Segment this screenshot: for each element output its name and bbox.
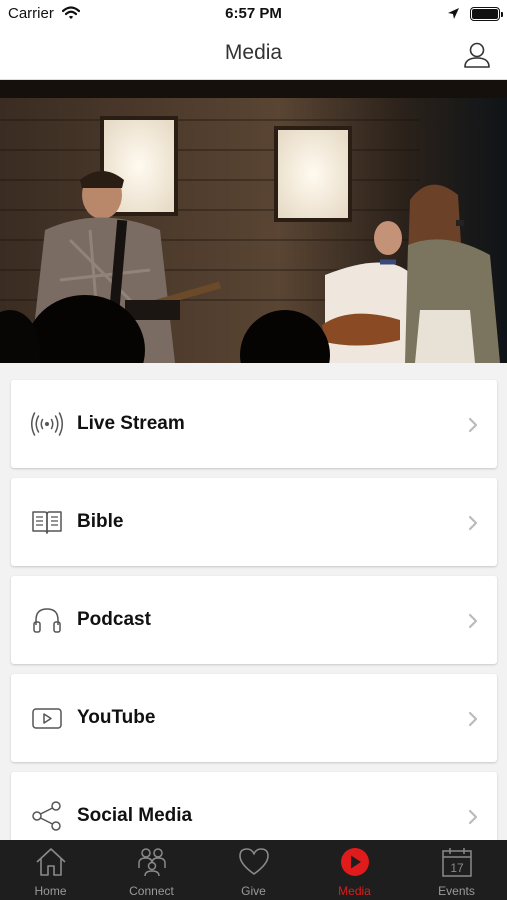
play-circle-icon xyxy=(341,848,369,876)
location-arrow-icon xyxy=(448,8,459,19)
calendar-icon: 17 xyxy=(442,848,472,877)
status-bar: Carrier 6:57 PM xyxy=(0,0,507,28)
heart-icon xyxy=(239,848,269,875)
tab-bar: Home Connect Give Media 17 Events xyxy=(0,840,507,900)
profile-icon[interactable] xyxy=(462,40,492,70)
tab-media[interactable]: Media xyxy=(304,840,405,900)
chevron-right-icon xyxy=(468,613,478,629)
tab-home-label: Home xyxy=(34,884,67,898)
social-media-label: Social Media xyxy=(77,805,193,826)
home-icon xyxy=(36,848,66,876)
hero-image xyxy=(0,80,507,363)
podcast-label: Podcast xyxy=(77,609,151,630)
tab-home[interactable]: Home xyxy=(0,840,101,900)
calendar-date: 17 xyxy=(450,861,464,875)
live-stream-item[interactable]: Live Stream xyxy=(11,380,497,468)
battery-icon xyxy=(470,7,503,21)
bible-label: Bible xyxy=(77,511,124,532)
broadcast-icon xyxy=(31,412,63,436)
chevron-right-icon xyxy=(468,711,478,727)
podcast-item[interactable]: Podcast xyxy=(11,576,497,664)
tab-events[interactable]: 17 Events xyxy=(406,840,507,900)
chevron-right-icon xyxy=(468,515,478,531)
live-stream-label: Live Stream xyxy=(77,413,185,434)
nav-bar: Media xyxy=(0,28,507,80)
tab-give[interactable]: Give xyxy=(203,840,304,900)
chevron-right-icon xyxy=(468,809,478,825)
people-icon xyxy=(138,848,166,877)
book-icon xyxy=(32,511,62,534)
tab-give-label: Give xyxy=(241,884,266,898)
tab-media-label: Media xyxy=(338,884,371,898)
page-title: Media xyxy=(224,41,283,64)
bible-item[interactable]: Bible xyxy=(11,478,497,566)
share-icon xyxy=(32,801,61,831)
tab-connect[interactable]: Connect xyxy=(101,840,202,900)
youtube-label: YouTube xyxy=(77,707,156,728)
chevron-right-icon xyxy=(468,417,478,433)
clock: 6:57 PM xyxy=(225,5,282,22)
media-menu: Live Stream Bible Podcast YouTube Social… xyxy=(0,363,507,840)
headphones-icon xyxy=(33,608,61,633)
youtube-item[interactable]: YouTube xyxy=(11,674,497,762)
play-icon xyxy=(32,708,62,729)
tab-connect-label: Connect xyxy=(129,884,174,898)
social-media-item[interactable]: Social Media xyxy=(11,772,497,840)
tab-events-label: Events xyxy=(438,884,475,898)
